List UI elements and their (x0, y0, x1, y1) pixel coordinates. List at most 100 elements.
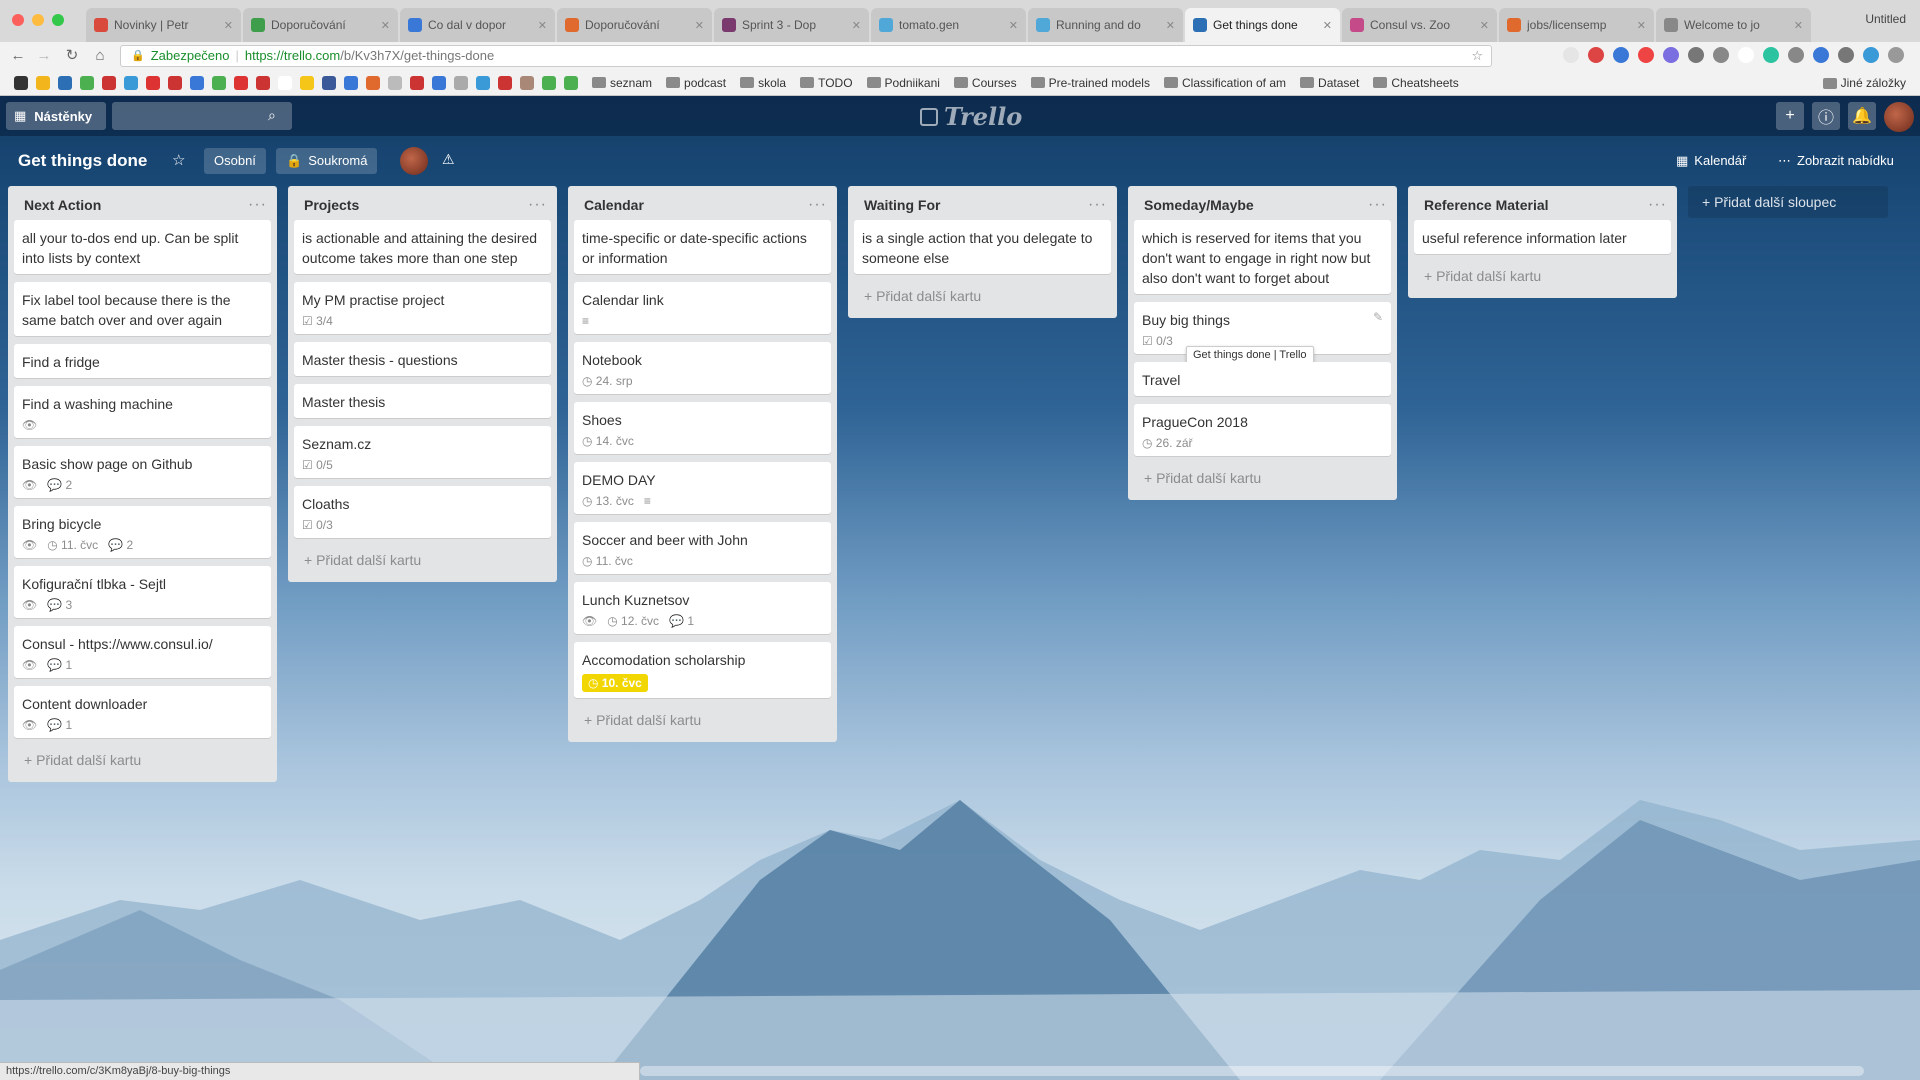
extension-icon[interactable] (1613, 47, 1629, 63)
bookmark-folder[interactable]: skola (740, 76, 786, 90)
add-card-button[interactable]: + Přidat další kartu (8, 746, 277, 778)
bookmark-folder[interactable]: Dataset (1300, 76, 1359, 90)
close-tab-icon[interactable]: ✕ (1323, 19, 1332, 32)
extension-icon[interactable] (1863, 47, 1879, 63)
browser-tab[interactable]: Doporučování ✕ (243, 8, 398, 42)
bookmark-folder[interactable]: Podniikani (866, 76, 940, 90)
browser-tab[interactable]: Novinky | Petr ✕ (86, 8, 241, 42)
home-button[interactable]: ⌂ (90, 46, 110, 66)
bookmark-favicon-icon[interactable] (36, 75, 50, 90)
close-tab-icon[interactable]: ✕ (695, 19, 704, 32)
card[interactable]: Cloaths ☑ 0/3 (294, 486, 551, 538)
card[interactable]: Soccer and beer with John ◷ 11. čvc (574, 522, 831, 574)
bookmark-favicon-icon[interactable] (80, 75, 94, 90)
other-bookmarks[interactable]: Jiné záložky (1822, 76, 1906, 90)
browser-tab[interactable]: Get things done ✕ (1185, 8, 1340, 42)
add-card-button[interactable]: + Přidat další kartu (1408, 262, 1677, 294)
list-title[interactable]: Waiting For (864, 197, 940, 213)
forward-button[interactable]: → (34, 46, 54, 66)
card[interactable]: Find a washing machine 👁 (14, 386, 271, 438)
close-tab-icon[interactable]: ✕ (1166, 19, 1175, 32)
url-field[interactable]: 🔒 Zabezpečeno | https://trello.com/b/Kv3… (120, 45, 1492, 67)
browser-tab[interactable]: Consul vs. Zoo ✕ (1342, 8, 1497, 42)
browser-tab[interactable]: jobs/licensemp ✕ (1499, 8, 1654, 42)
bookmark-favicon-icon[interactable] (366, 75, 380, 90)
bookmark-favicon-icon[interactable] (278, 75, 292, 90)
list-menu-icon[interactable]: ··· (808, 196, 827, 214)
list-title[interactable]: Calendar (584, 197, 644, 213)
close-tab-icon[interactable]: ✕ (1637, 19, 1646, 32)
bookmark-favicon-icon[interactable] (190, 75, 204, 90)
bookmark-favicon-icon[interactable] (454, 75, 468, 90)
bookmark-folder[interactable]: TODO (800, 76, 853, 90)
card[interactable]: Notebook ◷ 24. srp (574, 342, 831, 394)
extension-icon[interactable] (1813, 47, 1829, 63)
browser-tab[interactable]: Co dal v dopor ✕ (400, 8, 555, 42)
star-icon[interactable]: ☆ (172, 151, 185, 169)
browser-tab[interactable]: Running and do ✕ (1028, 8, 1183, 42)
bookmark-favicon-icon[interactable] (498, 75, 512, 90)
card[interactable]: Content downloader 👁 💬 1 (14, 686, 271, 738)
card[interactable]: Lunch Kuznetsov 👁 ◷ 12. čvc 💬 1 (574, 582, 831, 634)
extension-icon[interactable] (1738, 47, 1754, 63)
extension-icon[interactable] (1888, 47, 1904, 63)
bookmark-favicon-icon[interactable] (410, 75, 424, 90)
card[interactable]: Shoes ◷ 14. čvc (574, 402, 831, 454)
close-tab-icon[interactable]: ✕ (1480, 19, 1489, 32)
invite-icon[interactable]: ⚠ (442, 151, 455, 168)
trello-logo[interactable]: Trello (920, 102, 1022, 131)
add-icon[interactable]: + (1776, 102, 1804, 130)
notifications-bell-icon[interactable]: 🔔 (1848, 102, 1876, 130)
bookmark-favicon-icon[interactable] (212, 75, 226, 90)
card[interactable]: Consul - https://www.consul.io/ 👁 💬 1 (14, 626, 271, 678)
close-tab-icon[interactable]: ✕ (224, 19, 233, 32)
bookmark-favicon-icon[interactable] (14, 75, 28, 90)
bookmark-favicon-icon[interactable] (102, 75, 116, 90)
extension-icon[interactable] (1663, 47, 1679, 63)
search-icon[interactable]: ⌕ (268, 107, 276, 124)
add-card-button[interactable]: + Přidat další kartu (848, 282, 1117, 314)
member-avatar[interactable] (400, 147, 428, 175)
bookmark-favicon-icon[interactable] (234, 75, 248, 90)
add-list-button[interactable]: + Přidat další sloupec (1688, 186, 1888, 218)
bookmark-favicon-icon[interactable] (58, 75, 72, 90)
extension-icon[interactable] (1838, 47, 1854, 63)
bookmark-folder[interactable]: Courses (953, 76, 1017, 90)
search-input[interactable] (112, 102, 292, 130)
info-icon[interactable]: ⓘ (1812, 102, 1840, 130)
bookmark-folder[interactable]: podcast (666, 76, 726, 90)
list-title[interactable]: Reference Material (1424, 197, 1549, 213)
close-tab-icon[interactable]: ✕ (381, 19, 390, 32)
team-button[interactable]: Osobní (204, 148, 266, 174)
list-menu-icon[interactable]: ··· (528, 196, 547, 214)
card[interactable]: PragueCon 2018 ◷ 26. zář (1134, 404, 1391, 456)
bookmark-folder[interactable]: seznam (592, 76, 652, 90)
bookmark-favicon-icon[interactable] (146, 75, 160, 90)
card[interactable]: is a single action that you delegate to … (854, 220, 1111, 274)
card[interactable]: Basic show page on Github 👁 💬 2 (14, 446, 271, 498)
extension-icon[interactable] (1563, 47, 1579, 63)
edit-card-icon[interactable]: ✎ (1373, 310, 1383, 324)
extension-icon[interactable] (1688, 47, 1704, 63)
card[interactable]: time-specific or date-specific actions o… (574, 220, 831, 274)
card[interactable]: Buy big things ☑ 0/3 ✎ Get things done | Tr… (1134, 302, 1391, 364)
browser-tab[interactable]: Sprint 3 - Dop ✕ (714, 8, 869, 42)
extension-icon[interactable] (1713, 47, 1729, 63)
close-window-button[interactable] (12, 14, 24, 26)
add-card-button[interactable]: + Přidat další kartu (568, 706, 837, 738)
bookmark-favicon-icon[interactable] (476, 75, 490, 90)
bookmark-favicon-icon[interactable] (564, 75, 578, 90)
browser-tab[interactable]: Welcome to jo ✕ (1656, 8, 1811, 42)
browser-tab[interactable]: tomato.gen ✕ (871, 8, 1026, 42)
card[interactable]: all your to-dos end up. Can be split int… (14, 220, 271, 274)
list-title[interactable]: Someday/Maybe (1144, 197, 1254, 213)
bookmark-favicon-icon[interactable] (322, 75, 336, 90)
card[interactable]: useful reference information later (1414, 220, 1671, 254)
card[interactable]: which is reserved for items that you don… (1134, 220, 1391, 294)
add-card-button[interactable]: + Přidat další kartu (288, 546, 557, 578)
close-tab-icon[interactable]: ✕ (852, 19, 861, 32)
extension-icon[interactable] (1638, 47, 1654, 63)
card[interactable]: Master thesis - questions (294, 342, 551, 376)
boards-button[interactable]: ▦ Nástěnky (6, 102, 106, 130)
card[interactable]: Accomodation scholarship ◷ 10. čvc (574, 642, 831, 698)
